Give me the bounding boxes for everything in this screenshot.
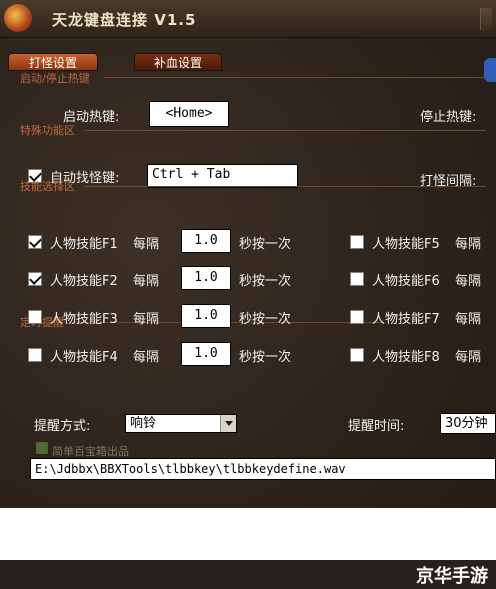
skill-f2-checkbox[interactable] (28, 272, 42, 286)
start-hotkey-input[interactable]: <Home> (149, 101, 229, 127)
skill-f1-checkbox[interactable] (28, 235, 42, 249)
skill-f3-checkbox[interactable] (28, 310, 42, 324)
remind-time-label: 提醒时间: (348, 419, 405, 434)
chevron-down-icon[interactable] (220, 415, 236, 432)
skill-f6-label: 人物技能F6 (372, 274, 440, 289)
skill-f4-label: 人物技能F4 (50, 350, 118, 365)
main-window: 天龙键盘连接 V1.5 打怪设置 补血设置 启动/停止热键 启动热键: <Hom… (0, 0, 496, 589)
section-hotkey-title: 启动/停止热键 (20, 72, 90, 85)
remind-mode-select[interactable]: 响铃 (125, 414, 237, 433)
remind-mode-value: 响铃 (130, 416, 157, 431)
title-bar[interactable]: 天龙键盘连接 V1.5 (0, 0, 496, 38)
skill-f2-suffix-label: 秒按一次 (239, 274, 292, 289)
skill-f7-checkbox[interactable] (350, 310, 364, 324)
log-panel (0, 508, 496, 560)
section-special-title: 特殊功能区 (20, 124, 75, 137)
skill-f4-interval-input[interactable]: 1.0 (181, 342, 231, 366)
section-divider (104, 77, 486, 78)
skill-f7-every-label: 每隔 (455, 312, 482, 327)
section-divider (84, 186, 486, 187)
skill-f8-every-label: 每隔 (455, 350, 482, 365)
window-title: 天龙键盘连接 V1.5 (52, 11, 197, 29)
skill-f2-label: 人物技能F2 (50, 274, 118, 289)
skill-f4-suffix-label: 秒按一次 (239, 350, 292, 365)
auto-find-key-input[interactable]: Ctrl + Tab (147, 164, 298, 188)
stop-hotkey-label: 停止热键: (420, 110, 477, 125)
wav-path-input[interactable]: E:\Jdbbx\BBXTools\tlbbkey\tlbbkeydefine.… (30, 458, 496, 480)
footer-bar: 京华手游 (0, 560, 496, 589)
skill-f1-suffix-label: 秒按一次 (239, 237, 292, 252)
skill-f1-every-label: 每隔 (133, 237, 160, 252)
skill-f8-checkbox[interactable] (350, 348, 364, 362)
skill-f1-label: 人物技能F1 (50, 237, 118, 252)
skill-f3-every-label: 每隔 (133, 312, 160, 327)
window-control-button[interactable] (480, 8, 492, 30)
skill-f2-interval-input[interactable]: 1.0 (181, 266, 231, 290)
skill-f3-interval-input[interactable]: 1.0 (181, 304, 231, 328)
brand-watermark: 京华手游 (416, 566, 488, 587)
tab-heal-settings[interactable]: 补血设置 (134, 53, 222, 71)
skill-f8-label: 人物技能F8 (372, 350, 440, 365)
watermark-icon (36, 442, 48, 454)
skill-f5-every-label: 每隔 (455, 237, 482, 252)
skill-f4-checkbox[interactable] (28, 348, 42, 362)
section-skill-title: 技能选择区 (20, 180, 75, 193)
skill-f3-suffix-label: 秒按一次 (239, 312, 292, 327)
side-scroll-handle[interactable] (484, 58, 496, 82)
skill-f2-every-label: 每隔 (133, 274, 160, 289)
skill-f6-every-label: 每隔 (455, 274, 482, 289)
skill-f1-interval-input[interactable]: 1.0 (181, 229, 231, 253)
skill-f5-label: 人物技能F5 (372, 237, 440, 252)
app-logo-icon (4, 4, 32, 32)
skill-f6-checkbox[interactable] (350, 272, 364, 286)
skill-f3-label: 人物技能F3 (50, 312, 118, 327)
skill-f4-every-label: 每隔 (133, 350, 160, 365)
remind-mode-label: 提醒方式: (34, 419, 91, 434)
watermark-text: 简单百宝箱出品 (52, 445, 129, 458)
skill-f5-checkbox[interactable] (350, 235, 364, 249)
tab-monster-settings[interactable]: 打怪设置 (8, 53, 98, 71)
section-divider (84, 130, 486, 131)
skill-f7-label: 人物技能F7 (372, 312, 440, 327)
remind-time-input[interactable]: 30分钟 (440, 413, 496, 434)
